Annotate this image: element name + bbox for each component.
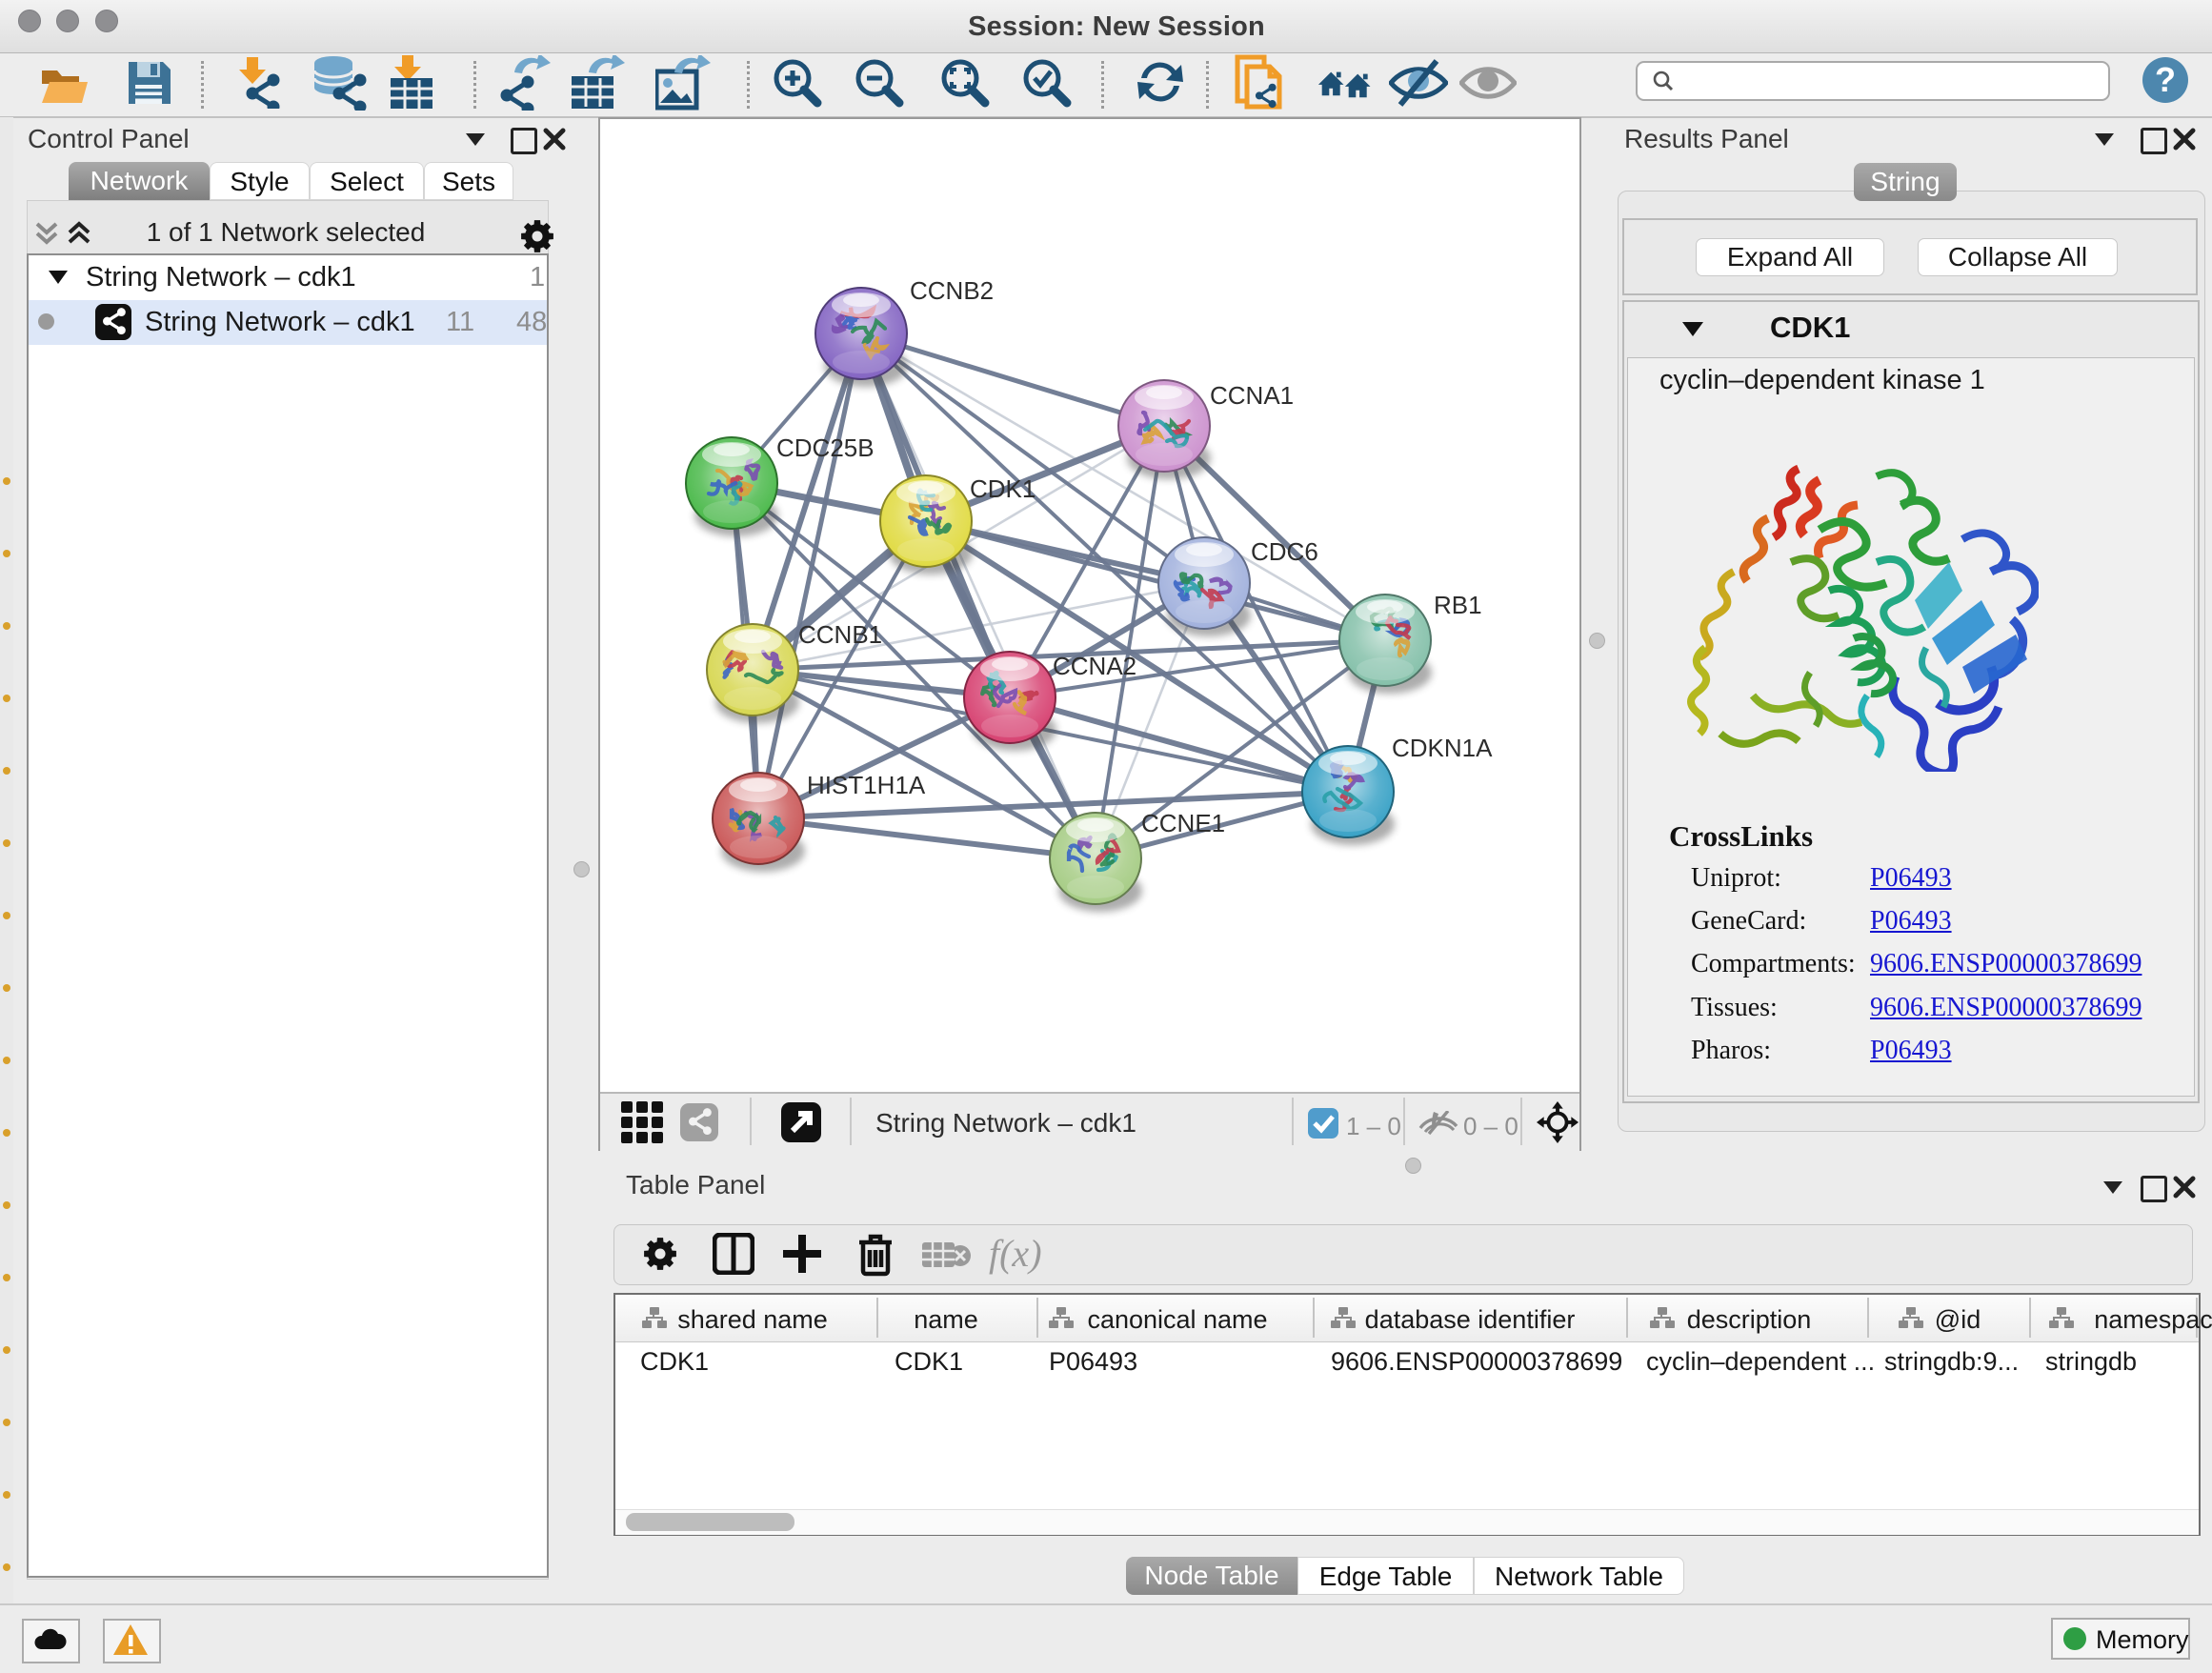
svg-text:CDK1: CDK1 [970, 474, 1036, 503]
svg-text:CDC6: CDC6 [1251, 537, 1318, 566]
svg-text:RB1: RB1 [1434, 591, 1482, 619]
svg-text:HIST1H1A: HIST1H1A [807, 771, 926, 799]
svg-text:CCNA2: CCNA2 [1053, 652, 1136, 680]
svg-text:CCNA1: CCNA1 [1210, 381, 1294, 410]
svg-text:CCNB2: CCNB2 [910, 276, 994, 305]
svg-text:CDKN1A: CDKN1A [1392, 734, 1493, 762]
svg-text:CDC25B: CDC25B [776, 433, 875, 462]
svg-text:CCNE1: CCNE1 [1141, 809, 1225, 837]
svg-text:CCNB1: CCNB1 [798, 620, 882, 649]
